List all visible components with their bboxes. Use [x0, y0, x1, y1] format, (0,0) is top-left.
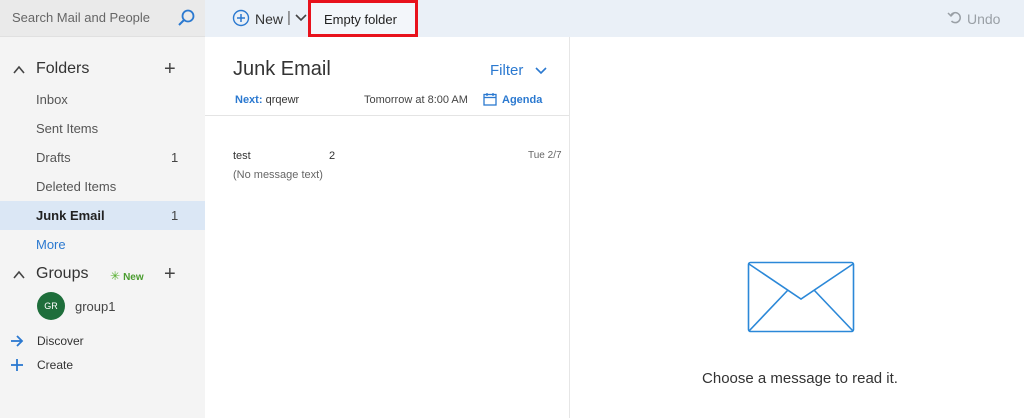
new-badge: ✳ New: [110, 269, 144, 283]
message-item[interactable]: test 2 Tue 2/7 (No message text): [205, 142, 569, 188]
message-sender: test: [233, 150, 251, 162]
folders-header[interactable]: Folders +: [0, 57, 205, 83]
group-name: group1: [75, 299, 116, 314]
empty-folder-button[interactable]: Empty folder: [308, 0, 418, 37]
folder-label: Inbox: [36, 92, 68, 107]
empty-folder-label: Empty folder: [324, 12, 397, 27]
new-badge-label: New: [123, 272, 144, 283]
message-list-pane: Junk Email Filter Next: qrqewr Tomorrow …: [205, 37, 570, 418]
avatar: GR: [37, 292, 65, 320]
chevron-up-icon[interactable]: [11, 62, 27, 78]
next-event-time: Tomorrow at 8:00 AM: [364, 94, 468, 106]
message-extra: 2: [329, 150, 336, 162]
filter-button[interactable]: Filter: [490, 62, 523, 79]
plus-icon: [11, 359, 23, 371]
search-placeholder: Search Mail and People: [12, 10, 151, 25]
folder-label: Junk Email: [36, 208, 105, 223]
next-key: Next:: [235, 94, 263, 106]
folder-item-drafts[interactable]: Drafts 1: [0, 143, 205, 172]
create-link[interactable]: Create: [0, 355, 205, 375]
search-icon[interactable]: [176, 8, 196, 28]
create-label: Create: [37, 358, 74, 372]
calendar-icon: [483, 93, 497, 106]
new-label: New: [255, 11, 284, 27]
discover-link[interactable]: Discover: [0, 331, 205, 351]
reading-pane: Choose a message to read it.: [570, 37, 1024, 418]
group-item-group1[interactable]: GR group1: [0, 292, 205, 322]
next-subject: qrqewr: [265, 94, 300, 106]
folders-title: Folders: [36, 60, 90, 77]
chevron-down-icon[interactable]: [535, 66, 547, 76]
undo-label: Undo: [967, 11, 1001, 27]
command-bar: New | Empty folder Undo: [205, 0, 1024, 37]
folder-item-deleted-items[interactable]: Deleted Items: [0, 172, 205, 201]
navigation-pane: Search Mail and People Folders + Inbox S…: [0, 0, 205, 418]
folder-count: 1: [171, 150, 179, 165]
chevron-down-icon[interactable]: [295, 13, 307, 23]
folder-item-sent-items[interactable]: Sent Items: [0, 114, 205, 143]
folder-title: Junk Email: [233, 58, 331, 80]
folder-label: Deleted Items: [36, 179, 117, 194]
agenda-link[interactable]: Agenda: [502, 94, 542, 106]
divider: [205, 115, 569, 116]
message-preview: (No message text): [233, 169, 323, 181]
folder-label: Drafts: [36, 150, 71, 165]
groups-title: Groups: [36, 265, 89, 282]
discover-label: Discover: [37, 334, 84, 348]
folder-label: Sent Items: [36, 121, 99, 136]
separator: |: [287, 9, 291, 26]
add-folder-icon[interactable]: +: [164, 59, 176, 79]
next-event[interactable]: Next: qrqewr: [235, 94, 299, 106]
add-circle-icon: [232, 9, 250, 27]
groups-header[interactable]: Groups ✳ New +: [0, 262, 205, 288]
chevron-up-icon[interactable]: [11, 267, 27, 283]
undo-icon: [947, 11, 961, 24]
more-label: More: [36, 237, 66, 252]
add-group-icon[interactable]: +: [164, 264, 176, 284]
more-folders-link[interactable]: More: [0, 230, 205, 259]
empty-reading-message: Choose a message to read it.: [702, 370, 898, 387]
folder-count: 1: [171, 208, 179, 223]
sparkle-icon: ✳: [110, 269, 121, 283]
arrow-right-icon: [11, 335, 24, 347]
folder-item-junk-email[interactable]: Junk Email 1: [0, 201, 205, 230]
search-box[interactable]: Search Mail and People: [0, 0, 205, 37]
message-date: Tue 2/7: [528, 150, 562, 161]
envelope-icon: [747, 261, 855, 333]
folder-item-inbox[interactable]: Inbox: [0, 85, 205, 114]
